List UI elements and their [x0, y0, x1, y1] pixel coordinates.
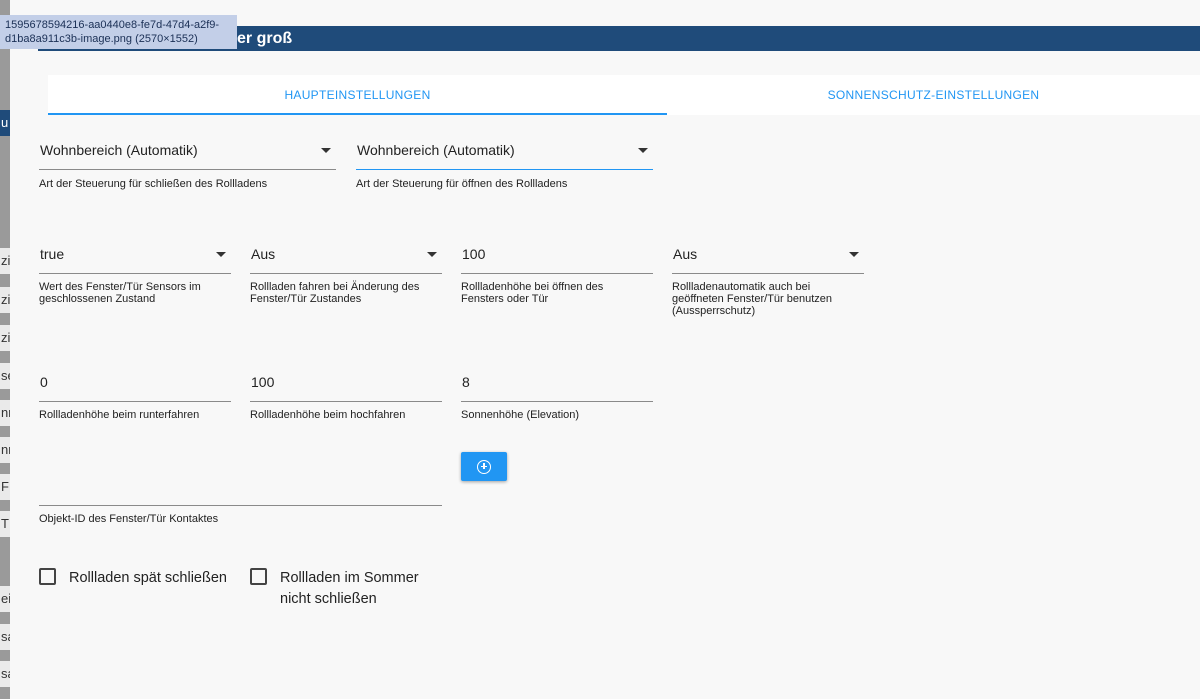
helper-text-line: Rollladenhöhe bei öffnen des	[461, 281, 604, 293]
dropdown-arrow-icon	[427, 252, 437, 257]
close-control-select[interactable]: Wohnbereich (Automatik) Art der Steuerun…	[39, 140, 336, 190]
height-down-input[interactable]: 0 Rollladenhöhe beim runterfahren	[39, 372, 231, 422]
object-id-input[interactable]: Objekt-ID des Fenster/Tür Kontaktes	[39, 476, 442, 526]
input-value: 8	[462, 374, 470, 390]
select-value: true	[40, 246, 65, 262]
helper-text: Rollladenhöhe bei öffnen des Fensters od…	[461, 281, 653, 305]
helper-text: Art der Steuerung für schließen des Roll…	[39, 178, 268, 190]
background-fragment: sa	[0, 624, 10, 650]
background-fragment: sa	[0, 661, 10, 687]
helper-text-line: Fenster/Tür Zustandes	[250, 293, 362, 305]
summer-no-close-label: Rollladen im Sommer nicht schließen	[280, 568, 419, 610]
background-fragment: zi	[0, 287, 10, 313]
helper-text: Rollladenhöhe beim hochfahren	[250, 409, 406, 421]
select-value: Aus	[673, 246, 698, 262]
select-value: Wohnbereich (Automatik)	[40, 142, 198, 158]
field-underline	[461, 401, 653, 402]
field-underline	[356, 169, 653, 170]
tooltip-line: d1ba8a911c3b-image.png (2570×1552)	[5, 33, 198, 45]
settings-tabs: HAUPTEINSTELLUNGEN SONNENSCHUTZ-EINSTELL…	[48, 75, 1200, 115]
helper-text-line: Rollladenautomatik auch bei	[672, 281, 811, 293]
field-underline	[39, 401, 231, 402]
field-underline	[250, 401, 442, 402]
helper-text: Sonnenhöhe (Elevation)	[461, 409, 580, 421]
background-fragment: ei	[0, 586, 10, 612]
select-value: Wohnbereich (Automatik)	[357, 142, 515, 158]
background-fragment: F	[0, 474, 10, 500]
tooltip-line: 1595678594216-aa0440e8-fe7d-47d4-a2f9-	[5, 19, 220, 31]
plus-circle-icon	[477, 459, 491, 474]
background-fragment: u	[0, 110, 10, 136]
background-fragment: zi	[0, 325, 10, 351]
helper-text-line: (Aussperrschutz)	[672, 305, 756, 317]
background-fragment: nn	[0, 437, 10, 463]
dropdown-arrow-icon	[638, 148, 648, 153]
helper-text-line: Fensters oder Tür	[461, 293, 549, 305]
field-underline	[461, 273, 653, 274]
height-up-input[interactable]: 100 Rollladenhöhe beim hochfahren	[250, 372, 442, 422]
background-fragment: T	[0, 511, 10, 537]
late-close-label: Rollladen spät schließen	[69, 570, 227, 586]
height-on-open-input[interactable]: 100 Rollladenhöhe bei öffnen des Fenster…	[461, 244, 653, 324]
helper-text-line: geöffneten Fenster/Tür benutzen	[672, 293, 833, 305]
helper-text-line: geschlossenen Zustand	[39, 293, 156, 305]
checkbox-label-line: nicht schließen	[280, 591, 377, 607]
field-underline	[250, 273, 442, 274]
checkbox-label-line: Rollladen im Sommer	[280, 570, 419, 586]
helper-text: Rollladen fahren bei Änderung des Fenste…	[250, 281, 442, 305]
field-underline	[39, 169, 336, 170]
dialog-title: er groß	[237, 30, 293, 47]
background-fragment: zi	[0, 248, 10, 274]
dropdown-arrow-icon	[216, 252, 226, 257]
add-button[interactable]	[461, 452, 507, 481]
field-underline	[39, 505, 442, 506]
dropdown-arrow-icon	[321, 148, 331, 153]
helper-text: Rollladenhöhe beim runterfahren	[39, 409, 200, 421]
tab-main-settings[interactable]: HAUPTEINSTELLUNGEN	[48, 75, 667, 115]
field-underline	[39, 273, 231, 274]
lockout-protection-select[interactable]: Aus Rollladenautomatik auch bei geöffnet…	[672, 244, 864, 324]
helper-text: Rollladenautomatik auch bei geöffneten F…	[672, 281, 864, 317]
field-underline	[672, 273, 864, 274]
background-fragment: nn	[0, 400, 10, 426]
late-close-checkbox[interactable]	[39, 568, 56, 585]
input-value: 100	[462, 246, 486, 262]
image-filename-tooltip: 1595678594216-aa0440e8-fe7d-47d4-a2f9- d…	[0, 15, 237, 49]
helper-text: Art der Steuerung für öffnen des Rolllad…	[356, 178, 568, 190]
sun-elevation-input[interactable]: 8 Sonnenhöhe (Elevation)	[461, 372, 653, 422]
helper-text: Wert des Fenster/Tür Sensors im geschlos…	[39, 281, 231, 305]
helper-text: Objekt-ID des Fenster/Tür Kontaktes	[39, 513, 219, 525]
select-value: Aus	[251, 246, 276, 262]
background-fragment: se	[0, 363, 10, 389]
input-value: 0	[40, 374, 48, 390]
move-on-change-select[interactable]: Aus Rollladen fahren bei Änderung des Fe…	[250, 244, 442, 324]
summer-no-close-checkbox[interactable]	[250, 568, 267, 585]
tab-sun-protection-settings[interactable]: SONNENSCHUTZ-EINSTELLUNGEN	[667, 75, 1200, 115]
dropdown-arrow-icon	[849, 252, 859, 257]
sensor-closed-value-select[interactable]: true Wert des Fenster/Tür Sensors im ges…	[39, 244, 231, 324]
active-tab-indicator	[48, 113, 667, 115]
helper-text-line: Rollladen fahren bei Änderung des	[250, 281, 420, 293]
helper-text-line: Wert des Fenster/Tür Sensors im	[39, 281, 201, 293]
open-control-select[interactable]: Wohnbereich (Automatik) Art der Steuerun…	[356, 140, 653, 190]
input-value: 100	[251, 374, 275, 390]
